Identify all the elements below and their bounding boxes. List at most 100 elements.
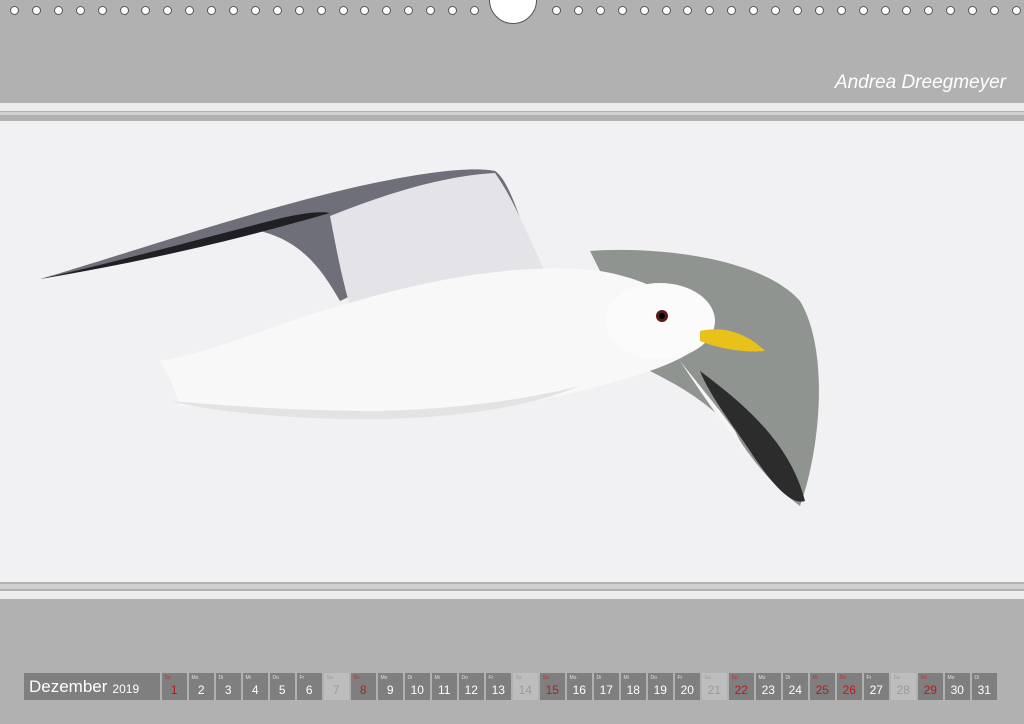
calendar-day: So 15 (539, 673, 565, 700)
weekday-label: Mo (380, 675, 388, 681)
calendar-day: So 8 (350, 673, 376, 700)
weekday-label: Sa (326, 675, 333, 681)
weekday-label: Mi (245, 675, 251, 681)
binding-hole (858, 6, 868, 15)
month-name: Dezember (29, 677, 108, 696)
day-number: 16 (572, 683, 586, 697)
calendar-day: Mi 11 (431, 673, 457, 700)
weekday-label: Fr (677, 675, 683, 681)
calendar-day: Mo 30 (944, 673, 970, 700)
binding-hole (75, 6, 85, 15)
binding-hole (360, 6, 370, 15)
weekday-label: Mi (623, 675, 629, 681)
calendar-day: Di 24 (782, 673, 808, 700)
day-number: 13 (491, 683, 505, 697)
day-number: 29 (923, 683, 937, 697)
weekday-label: So (164, 675, 171, 681)
binding-hole (119, 6, 129, 15)
weekday-label: Di (596, 675, 602, 681)
binding-hole (902, 6, 912, 15)
bottom-divider (0, 591, 1024, 599)
calendar-day: Sa 28 (890, 673, 916, 700)
day-number: 27 (869, 683, 883, 697)
weekday-label: Mo (947, 675, 955, 681)
day-number: 14 (518, 683, 532, 697)
weekday-label: So (542, 675, 549, 681)
binding-hole (338, 6, 348, 15)
calendar-strip: Dezember 2019 So 1 Mo 2 Di 3 Mi 4 Do 5 Fr 6 Sa 7 So 8 Mo… (24, 673, 997, 700)
binding-hole (814, 6, 824, 15)
day-number: 26 (842, 683, 856, 697)
weekday-label: Mo (758, 675, 766, 681)
weekday-label: So (353, 675, 360, 681)
day-number: 12 (464, 683, 478, 697)
gull-photo (0, 121, 1024, 582)
top-divider-thin (0, 112, 1024, 115)
day-number: 9 (386, 683, 394, 697)
binding-hole (771, 6, 780, 15)
binding-hole (448, 6, 457, 15)
binding-hole (727, 6, 737, 15)
hanger-hole (489, 0, 537, 24)
calendar-day: Di 31 (971, 673, 997, 700)
day-number: 18 (626, 683, 640, 697)
binding-hole (946, 6, 956, 15)
weekday-label: Do (461, 675, 468, 681)
binding-hole (294, 6, 304, 15)
calendar-day: Mo 16 (566, 673, 592, 700)
binding-hole (552, 6, 561, 15)
calendar-day: Do 5 (269, 673, 295, 700)
weekday-label: Fr (866, 675, 872, 681)
day-number: 25 (815, 683, 829, 697)
day-number: 2 (197, 683, 205, 697)
weekday-label: Di (785, 675, 791, 681)
binding-hole (426, 6, 436, 15)
author-credit: Andrea Dreegmeyer (834, 72, 1006, 93)
weekday-label: Do (650, 675, 657, 681)
day-number: 3 (224, 683, 232, 697)
calendar-day: Do 26 (836, 673, 862, 700)
binding-hole (10, 6, 19, 15)
weekday-label: Sa (893, 675, 900, 681)
weekday-label: Mi (434, 675, 440, 681)
day-number: 15 (545, 683, 559, 697)
day-number: 7 (332, 683, 340, 697)
calendar-day: Mi 18 (620, 673, 646, 700)
binding-hole (185, 6, 195, 15)
day-number: 4 (251, 683, 259, 697)
calendar-day: Do 19 (647, 673, 673, 700)
day-number: 6 (305, 683, 313, 697)
calendar-day: Fr 6 (296, 673, 322, 700)
day-number: 8 (359, 683, 367, 697)
day-number: 28 (896, 683, 910, 697)
day-cells: So 1 Mo 2 Di 3 Mi 4 Do 5 Fr 6 Sa 7 So 8 Mo 9 Di 10 Mi 11 Do 12 F… (160, 673, 997, 700)
weekday-label: So (920, 675, 927, 681)
binding-hole (595, 6, 605, 15)
weekday-label: Mo (569, 675, 577, 681)
binding-hole (836, 6, 846, 15)
weekday-label: Mi (812, 675, 818, 681)
binding-hole (749, 6, 759, 15)
seagull-illustration (40, 169, 819, 506)
calendar-day: So 22 (728, 673, 754, 700)
binding-hole (573, 6, 583, 15)
calendar-day: Do 12 (458, 673, 484, 700)
calendar-day: Mo 9 (377, 673, 403, 700)
binding-hole (968, 6, 978, 15)
calendar-day: Mo 2 (188, 673, 214, 700)
calendar-day: Mi 25 (809, 673, 835, 700)
day-number: 31 (977, 683, 991, 697)
weekday-label: Di (218, 675, 224, 681)
binding-hole (792, 6, 802, 15)
binding-hole (683, 6, 693, 15)
bottom-divider-thin (0, 584, 1024, 589)
binding-hole (705, 6, 715, 15)
binding-hole (404, 6, 414, 15)
binding-hole (207, 6, 217, 15)
calendar-day: Fr 27 (863, 673, 889, 700)
year: 2019 (112, 682, 140, 696)
calendar-day: Di 10 (404, 673, 430, 700)
day-number: 24 (788, 683, 802, 697)
binding-hole (382, 6, 392, 15)
day-number: 11 (438, 683, 451, 697)
